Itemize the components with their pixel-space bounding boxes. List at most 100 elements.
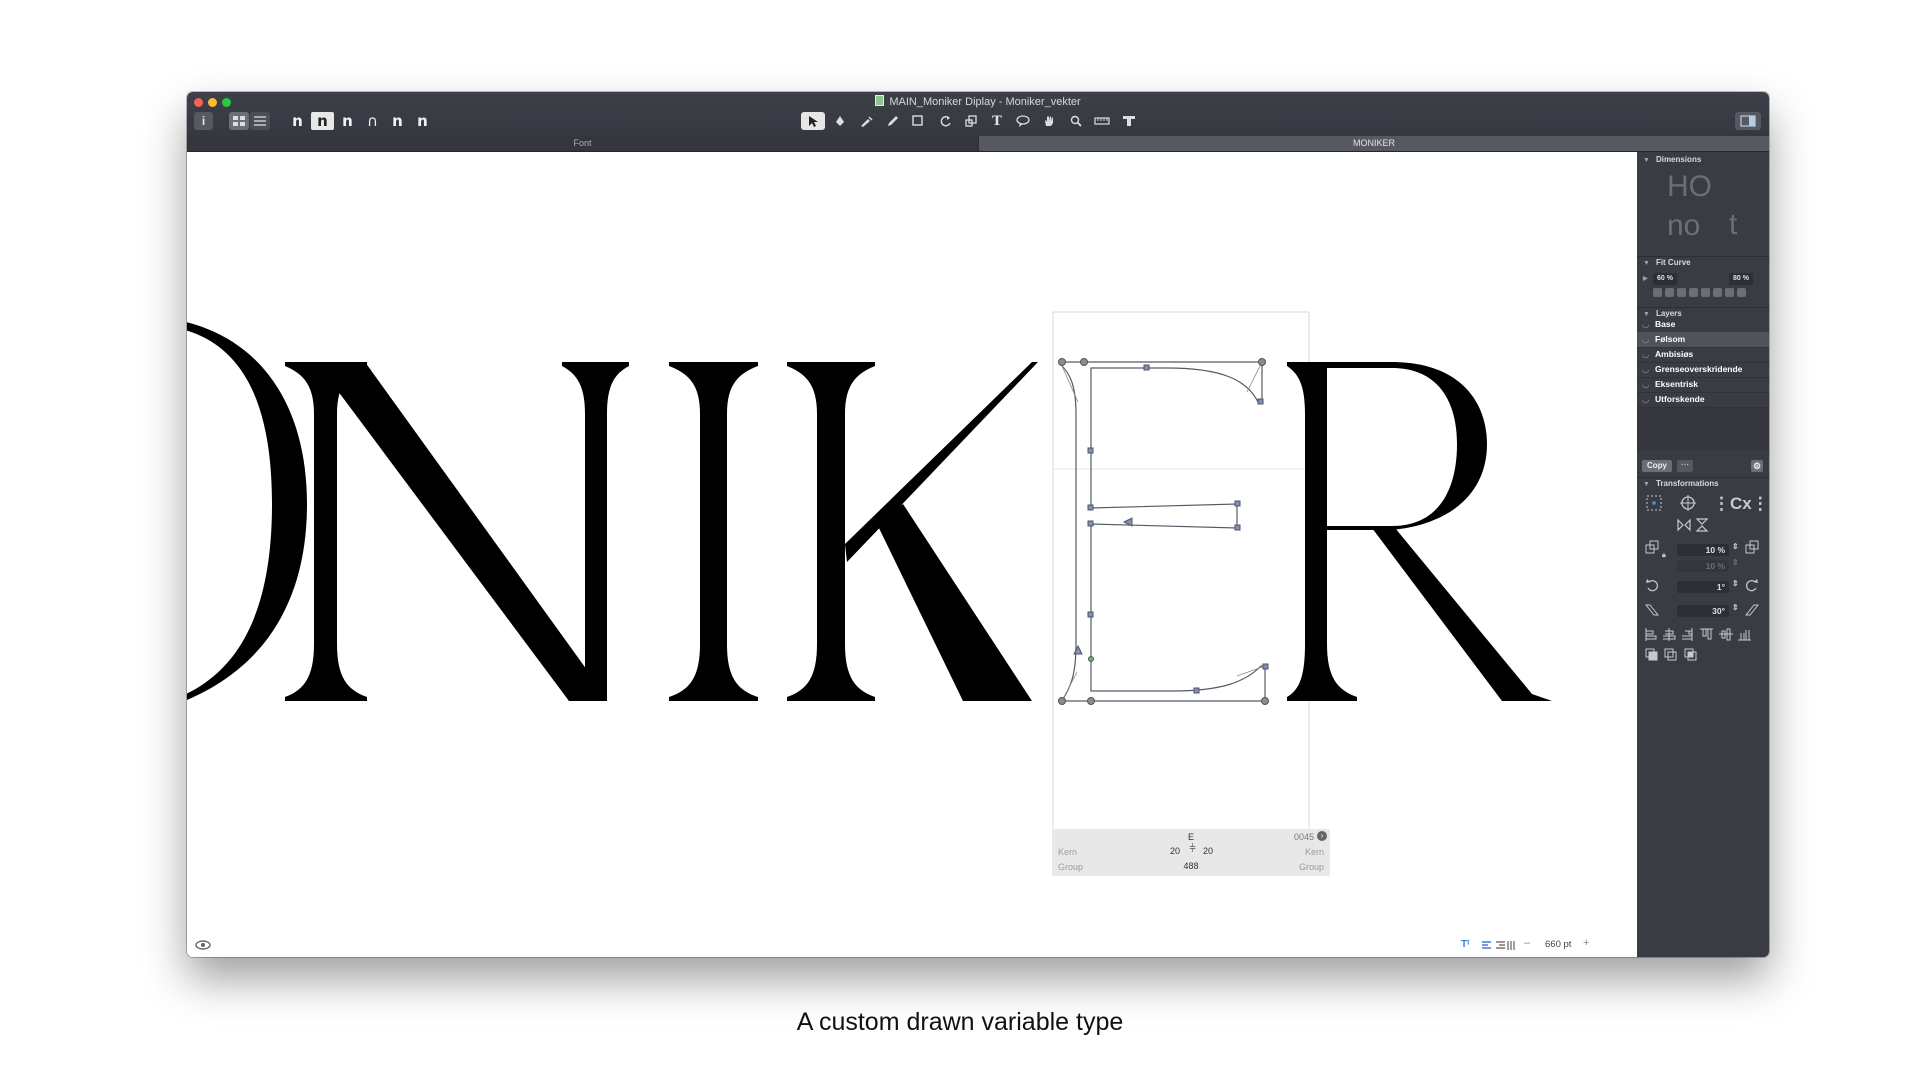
paste-button[interactable]: ⋯ xyxy=(1677,460,1693,472)
slant-right-button[interactable] xyxy=(1744,603,1760,620)
glyph-view-n-1[interactable]: n xyxy=(286,112,309,130)
preview-eye-button[interactable] xyxy=(195,938,211,956)
justify-button[interactable] xyxy=(1507,938,1517,956)
scale-x-stepper[interactable]: ⇕ xyxy=(1732,542,1739,551)
tab-font[interactable]: Font xyxy=(187,136,978,151)
rotate-field[interactable]: 1° xyxy=(1677,581,1729,593)
flip-horizontal-button[interactable] xyxy=(1677,518,1691,535)
align-right-button[interactable] xyxy=(1495,938,1505,956)
scale-x-field[interactable]: 10 % xyxy=(1677,544,1729,556)
lock-icon[interactable]: 🔒︎ xyxy=(1662,552,1666,560)
fit-curve-header[interactable]: ▼ Fit Curve xyxy=(1637,256,1769,269)
scale-up-button[interactable] xyxy=(1745,540,1759,557)
pointer-tool[interactable] xyxy=(801,112,825,130)
node[interactable] xyxy=(1234,500,1241,507)
transformations-header[interactable]: ▼ Transformations xyxy=(1637,477,1769,490)
slant-field[interactable]: 30° xyxy=(1677,605,1729,617)
rotate-tool[interactable] xyxy=(934,112,958,130)
scale-y-field[interactable]: 10 % xyxy=(1677,560,1729,572)
rotate-stepper[interactable]: ⇕ xyxy=(1732,579,1739,588)
node[interactable] xyxy=(1087,611,1094,618)
sidebar-toggle[interactable] xyxy=(1735,112,1761,130)
node[interactable] xyxy=(1087,504,1094,511)
tab-moniker[interactable]: MONIKER xyxy=(979,136,1769,151)
fit-play-icon[interactable]: ▶ xyxy=(1643,275,1648,282)
scale-button[interactable] xyxy=(1645,540,1659,557)
edit-canvas[interactable]: E 0045 › Kern Kern 20 ⫩ 20 Group Group 4… xyxy=(187,152,1637,957)
node[interactable] xyxy=(1058,358,1066,366)
list-view-button[interactable] xyxy=(250,112,270,130)
text-tool[interactable]: T xyxy=(985,112,1009,130)
glyph-view-n-4[interactable]: ∩ xyxy=(361,112,384,130)
text-options-button[interactable]: Tᵗ xyxy=(1461,939,1469,950)
slant-left-button[interactable] xyxy=(1644,603,1660,620)
layer-visibility-icon[interactable]: ◡ xyxy=(1642,392,1651,407)
layer-visibility-icon[interactable]: ◡ xyxy=(1642,332,1651,347)
info-button[interactable]: i xyxy=(194,112,213,130)
scale-y-stepper[interactable]: ⇕ xyxy=(1732,558,1739,567)
layer-eksentrisk[interactable]: ◡ Eksentrisk xyxy=(1637,377,1769,393)
layer-visibility-icon[interactable]: ◡ xyxy=(1642,347,1651,362)
transform-origin-button[interactable] xyxy=(1645,494,1663,515)
hand-tool[interactable] xyxy=(1037,112,1061,130)
annotation-tool[interactable] xyxy=(1011,112,1035,130)
dimensions-preview-ho[interactable]: HO xyxy=(1667,170,1737,204)
node[interactable] xyxy=(1234,524,1241,531)
node[interactable] xyxy=(1261,697,1269,705)
pen-tool[interactable] xyxy=(828,112,852,130)
layer-ambisios[interactable]: ◡ Ambisiøs xyxy=(1637,347,1769,363)
layer-grenseoverskridende[interactable]: ◡ Grenseoverskridende xyxy=(1637,362,1769,378)
rectangle-tool[interactable] xyxy=(907,112,931,130)
flip-vertical-button[interactable] xyxy=(1695,518,1709,535)
dimensions-header[interactable]: ▼ Dimensions xyxy=(1637,154,1769,166)
rotate-ccw-button[interactable] xyxy=(1645,578,1659,595)
center-origin-button[interactable] xyxy=(1679,494,1697,515)
component-origin-button[interactable]: ⋮Cx⋮ xyxy=(1713,494,1769,514)
glyph-view-n-2[interactable]: n xyxy=(311,112,334,130)
fit-min-field[interactable]: 60 % xyxy=(1653,273,1677,285)
rotate-cw-button[interactable] xyxy=(1745,578,1759,595)
node[interactable] xyxy=(1087,447,1094,454)
node[interactable] xyxy=(1073,644,1083,655)
glyph-view-n-3[interactable]: n xyxy=(336,112,359,130)
left-sidebearing[interactable]: 20 xyxy=(1170,846,1180,856)
layer-visibility-icon[interactable]: ◡ xyxy=(1642,362,1651,377)
node[interactable] xyxy=(1143,364,1150,371)
node[interactable] xyxy=(1262,663,1269,670)
layer-folsom[interactable]: ◡ Følsom xyxy=(1637,332,1769,348)
grid-view-button[interactable] xyxy=(229,112,249,130)
layer-utforskende[interactable]: ◡ Utforskende xyxy=(1637,392,1769,408)
node[interactable] xyxy=(1258,358,1266,366)
node[interactable] xyxy=(1088,656,1094,662)
fit-curve-swatches[interactable] xyxy=(1653,288,1757,297)
scale-tool[interactable] xyxy=(959,112,983,130)
layer-base[interactable]: ◡ Base xyxy=(1637,317,1769,333)
zoom-in-button[interactable]: + xyxy=(1583,937,1589,949)
node[interactable] xyxy=(1257,398,1264,405)
glyph-view-n-5[interactable]: n xyxy=(386,112,409,130)
node[interactable] xyxy=(1058,697,1066,705)
unicode-arrow-icon[interactable]: › xyxy=(1317,831,1327,841)
copy-button[interactable]: Copy xyxy=(1642,460,1672,472)
layer-visibility-icon[interactable]: ◡ xyxy=(1642,317,1651,332)
fit-max-field[interactable]: 80 % xyxy=(1729,273,1753,285)
node[interactable] xyxy=(1087,697,1095,705)
zoom-level[interactable]: 660 pt xyxy=(1545,939,1571,950)
glyph-view-n-6[interactable]: n xyxy=(411,112,434,130)
settings-button[interactable]: ⚙ xyxy=(1751,460,1763,472)
draw-tool[interactable] xyxy=(855,112,879,130)
slant-stepper[interactable]: ⇕ xyxy=(1732,603,1739,612)
glyph-width[interactable]: 488 xyxy=(1052,861,1330,871)
node[interactable] xyxy=(1193,687,1200,694)
zoom-out-button[interactable]: – xyxy=(1524,937,1530,949)
zoom-tool[interactable] xyxy=(1064,112,1088,130)
align-left-button[interactable] xyxy=(1482,938,1492,956)
type-tool[interactable] xyxy=(1117,112,1141,130)
node[interactable] xyxy=(1080,358,1088,366)
right-sidebearing[interactable]: 20 xyxy=(1203,846,1213,856)
measure-tool[interactable] xyxy=(1090,112,1114,130)
dimensions-preview-no[interactable]: no xyxy=(1667,209,1717,243)
pencil-tool[interactable] xyxy=(881,112,905,130)
node[interactable] xyxy=(1087,520,1094,527)
layer-visibility-icon[interactable]: ◡ xyxy=(1642,377,1651,392)
